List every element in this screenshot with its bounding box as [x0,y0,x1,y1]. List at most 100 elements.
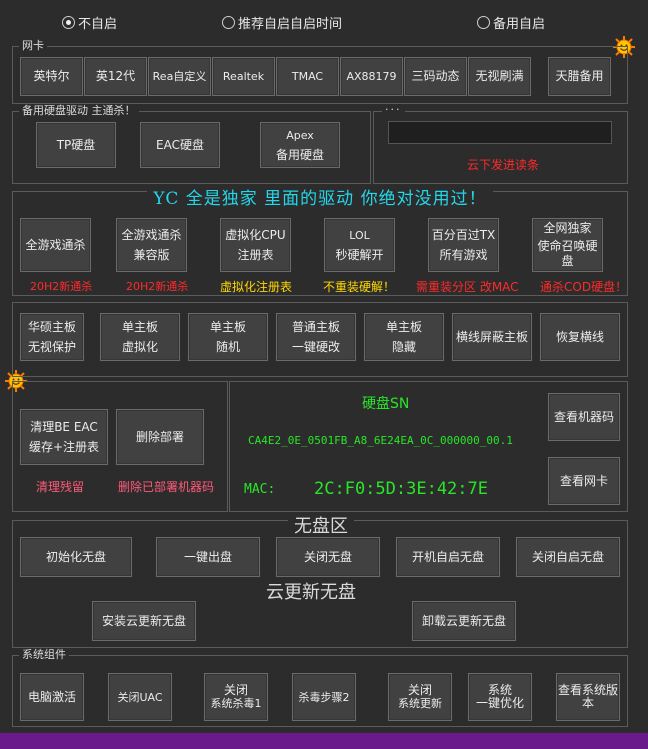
radio-dot[interactable] [62,16,75,29]
radio-dot[interactable] [222,16,235,29]
mobo-random-button[interactable]: 单主板 随机 [188,313,268,361]
netcard-group-title: 网卡 [19,40,47,52]
view-machine-code-button[interactable]: 查看机器码 [548,393,620,441]
btn-line2: 使命召唤硬盘 [537,239,598,268]
btn-line1: 关闭 [407,683,432,697]
yc-lol-button[interactable]: LOL 秒硬解开 [324,218,395,272]
netcard-ax88179-button[interactable]: AX88179 [340,57,403,96]
btn-line1: 单主板 [209,319,246,334]
clean-note-residue: 清理残留 [36,480,85,494]
radio-backup-autostart[interactable]: 备用自启 [477,13,545,32]
yc-note-4: 不重装硬解！ [323,280,396,294]
netcard-tmac-button[interactable]: TMAC [276,57,339,96]
mac-label: MAC: [244,482,276,497]
btn-line2: 隐藏 [391,339,416,354]
yc-note-5: 需重装分区 改MAC [416,280,519,294]
btn-line1: 华硕主板 [27,319,76,334]
apex-label: Apex [286,128,314,142]
disk-sn-title: 硬盘SN [362,396,410,412]
sys-close-antivirus-button[interactable]: 关闭 系统杀毒1 [204,673,268,721]
btn-line2: 一键优化 [475,696,524,710]
mobo-asus-button[interactable]: 华硕主板 无视保护 [20,313,84,361]
delete-deploy-button[interactable]: 删除部署 [116,409,204,465]
btn-line1: 全游戏通杀 [121,227,182,242]
apex-backup-disk-button[interactable]: Apex 备用硬盘 [260,122,340,168]
yc-tx-button[interactable]: 百分百过TX 所有游戏 [428,218,499,272]
diskless-init-button[interactable]: 初始化无盘 [20,537,132,577]
btn-line2: 无视保护 [27,339,76,354]
netcard-intel12-button[interactable]: 英12代 [84,57,147,96]
yc-cod-button[interactable]: 全网独家 使命召唤硬盘 [532,218,603,272]
btn-line2: 本 [581,696,594,710]
yc-all-games-button[interactable]: 全游戏通杀 [20,218,91,272]
mac-value: 2C:F0:5D:3E:42:7E [314,479,488,499]
diskless-close-autostart-button[interactable]: 关闭自启无盘 [516,537,620,577]
btn-line1: 单主板 [385,319,422,334]
netcard-rea-custom-button[interactable]: Rea自定义 [148,57,211,96]
btn-line1: 全游戏通杀 [25,237,86,252]
btn-line2: 秒硬解开 [335,247,384,262]
mobo-hide-button[interactable]: 单主板 隐藏 [364,313,444,361]
mobo-hide-line-button[interactable]: 横线屏蔽主板 [452,313,532,361]
disk-sn-value: CA4E2_0E_0501FB_A8_6E24EA_0C_000000_00.1 [248,434,513,447]
cloud-diskless-title: 云更新无盘 [266,582,356,603]
btn-line2: 随机 [215,339,240,354]
btn-line1: 全网独家 [543,221,592,235]
btn-line2: 虚拟化 [121,339,158,354]
tp-disk-button[interactable]: TP硬盘 [36,122,116,168]
btn-line1: 普通主板 [291,319,340,334]
backup-disk-label: 备用硬盘 [275,147,324,162]
mobo-virtualize-button[interactable]: 单主板 虚拟化 [100,313,180,361]
radio-no-autostart[interactable]: 不自启 [62,13,117,32]
yc-title-text: YC 全是独家 里面的驱动 你绝对没用过！ [147,189,493,209]
diskless-title: 无盘区 [288,512,354,538]
radio-dot[interactable] [477,16,490,29]
btn-line2: 一键硬改 [291,339,340,354]
btn-line1: 百分百过TX [431,227,496,242]
diskless-one-click-out-button[interactable]: 一键出盘 [156,537,260,577]
clean-be-eac-button[interactable]: 清理BE EAC 缓存+注册表 [20,409,108,465]
sys-optimize-button[interactable]: 系统 一键优化 [468,673,532,721]
netcard-realtek-button[interactable]: Realtek [212,57,275,96]
diskless-autostart-button[interactable]: 开机自启无盘 [396,537,500,577]
mobo-hardmod-button[interactable]: 普通主板 一键硬改 [276,313,356,361]
btn-line1: 虚拟化CPU [225,227,286,242]
mobo-restore-line-button[interactable]: 恢复横线 [540,313,620,361]
cloud-status-text: 云下发进读条 [467,158,540,172]
btn-line1: 单主板 [121,319,158,334]
view-netcard-button[interactable]: 查看网卡 [548,457,620,505]
btn-line1: LOL [349,228,370,242]
sys-close-uac-button[interactable]: 关闭UAC [108,673,172,721]
sys-activate-button[interactable]: 电脑激活 [20,673,84,721]
btn-line2: 系统杀毒1 [210,697,262,710]
netcard-intel-button[interactable]: 英特尔 [20,57,83,96]
yc-note-2: 20H2新通杀 [126,280,189,293]
eac-disk-button[interactable]: EAC硬盘 [140,122,220,168]
netcard-ignore-full-button[interactable]: 无视刷满 [468,57,531,96]
netcard-tianla-backup-button[interactable]: 天腊备用 [548,57,611,96]
radio-recommended-autostart[interactable]: 推荐自启自启时间 [222,13,342,32]
sys-view-version-button[interactable]: 查看系统版 本 [556,673,620,721]
cloud-progress-field [388,121,612,144]
diskless-close-button[interactable]: 关闭无盘 [276,537,380,577]
yc-note-6: 通杀COD硬盘！ [540,280,628,294]
yc-virtual-cpu-button[interactable]: 虚拟化CPU 注册表 [220,218,291,272]
install-cloud-diskless-button[interactable]: 安装云更新无盘 [92,601,196,641]
yc-all-games-compat-button[interactable]: 全游戏通杀 兼容版 [116,218,187,272]
netcard-triple-dynamic-button[interactable]: 三码动态 [404,57,467,96]
cloud-download-group-title: ··· [382,104,405,116]
clean-note-deployed: 删除已部署机器码 [118,480,215,494]
btn-line1: 关闭 [223,683,248,697]
sys-close-update-button[interactable]: 关闭 系统更新 [388,673,452,721]
yc-title: YC 全是独家 里面的驱动 你绝对没用过！ [12,184,628,209]
radio-label: 备用自启 [493,17,546,32]
system-group-title: 系统组件 [19,649,69,661]
sys-antivirus-step2-button[interactable]: 杀毒步骤2 [292,673,356,721]
bottom-status-bar [0,733,648,749]
yc-note-3: 虚拟化注册表 [220,280,293,294]
btn-line2: 所有游戏 [439,247,488,262]
uninstall-cloud-diskless-button[interactable]: 卸载云更新无盘 [412,601,516,641]
btn-line1: 清理BE EAC [30,419,98,434]
yc-note-1: 20H2新通杀 [30,280,93,293]
btn-line2: 系统更新 [398,697,442,710]
